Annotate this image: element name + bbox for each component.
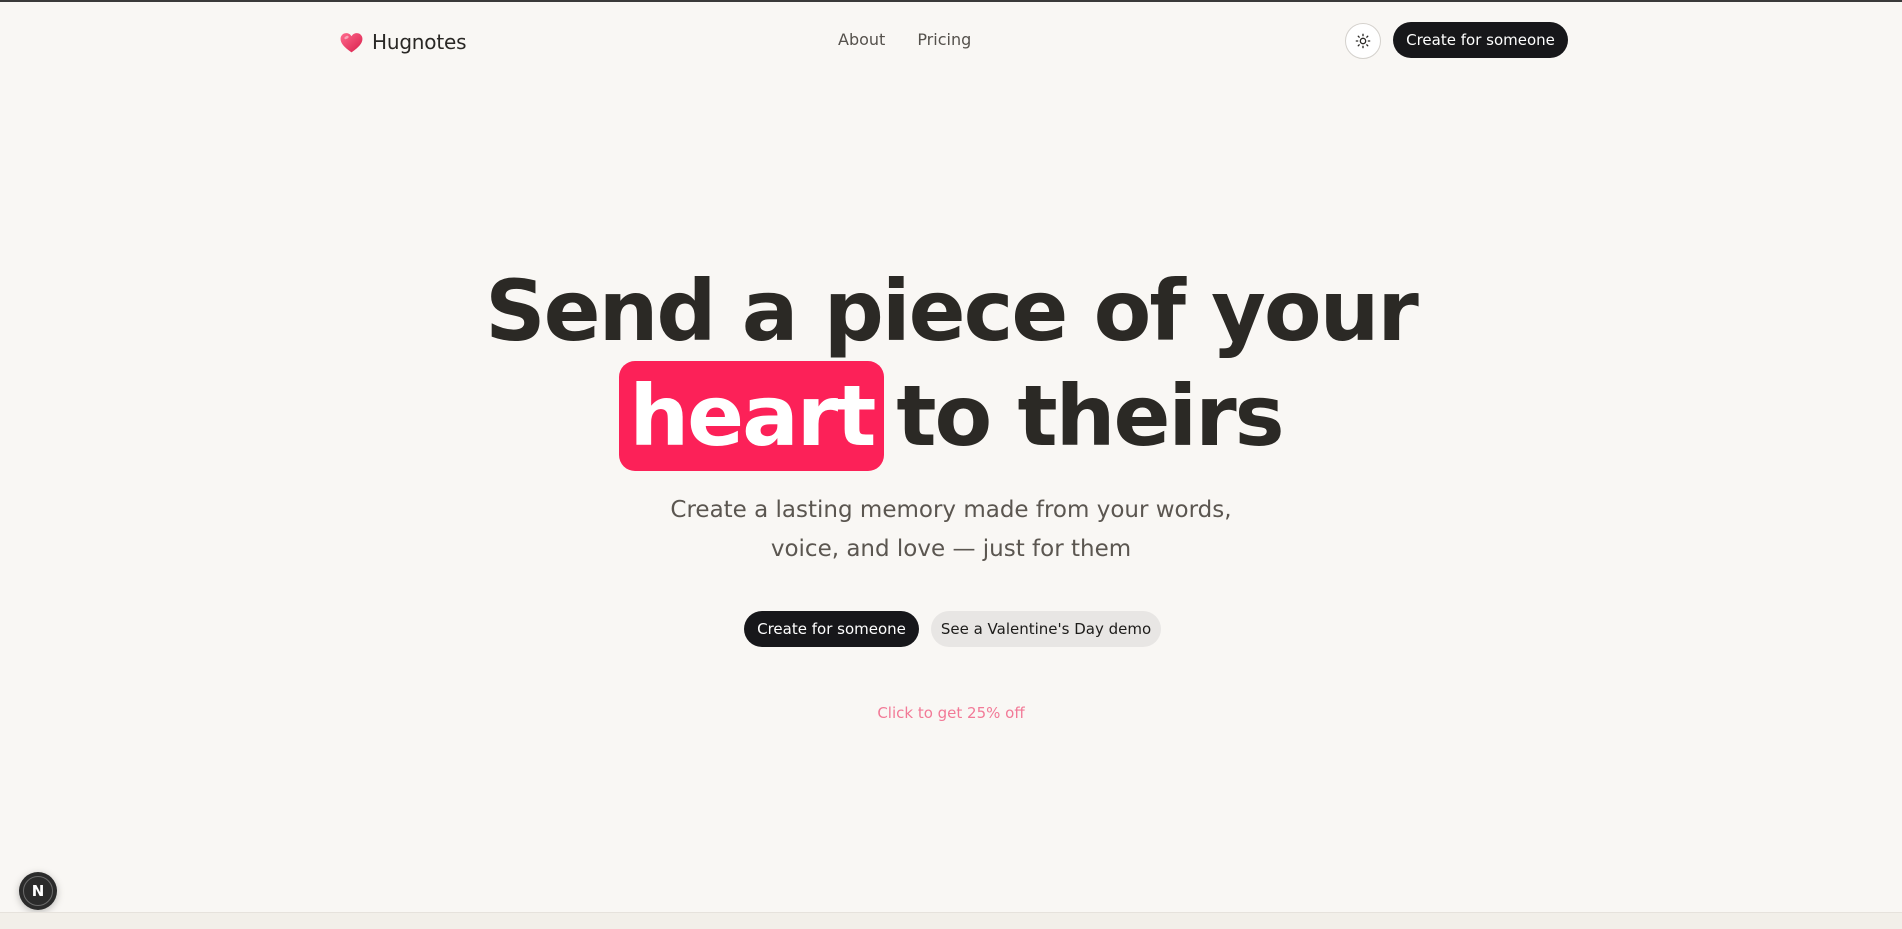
sun-icon — [1355, 33, 1371, 49]
hero-title-line-2-rest: to theirs — [896, 367, 1284, 465]
hero-title-line-2: heart to theirs — [0, 361, 1902, 471]
nav-create-button[interactable]: Create for someone — [1393, 22, 1568, 58]
nextjs-icon-letter: N — [31, 882, 45, 900]
hero-subtitle: Create a lasting memory made from your w… — [0, 491, 1902, 569]
hero-subtitle-line-2: voice, and love — just for them — [770, 536, 1132, 562]
bottom-edge-strip — [0, 912, 1902, 929]
valentines-demo-button[interactable]: See a Valentine's Day demo — [931, 611, 1161, 647]
nextjs-icon: N — [23, 876, 53, 906]
hero-title-line-1: Send a piece of your — [485, 262, 1419, 360]
nav-link-about[interactable]: About — [838, 30, 885, 49]
hero-title-highlight: heart — [619, 361, 885, 471]
nav-link-pricing[interactable]: Pricing — [917, 30, 971, 49]
theme-toggle-button[interactable] — [1345, 23, 1381, 59]
brand-logo-link[interactable]: Hugnotes — [339, 26, 466, 58]
heart-icon — [340, 32, 363, 52]
hero-cta-group: Create for someone See a Valentine's Day… — [744, 611, 1161, 647]
hero-title: Send a piece of your heart to theirs — [0, 262, 1902, 471]
nextjs-dev-badge[interactable]: N — [19, 872, 57, 910]
discount-promo-link[interactable]: Click to get 25% off — [0, 704, 1902, 722]
brand-name: Hugnotes — [372, 30, 467, 54]
nav-links: About Pricing — [838, 30, 971, 49]
hero-subtitle-line-1: Create a lasting memory made from your w… — [670, 497, 1232, 523]
top-navbar: Hugnotes About Pricing Create for someon… — [0, 2, 1902, 78]
hero-create-button[interactable]: Create for someone — [744, 611, 919, 647]
